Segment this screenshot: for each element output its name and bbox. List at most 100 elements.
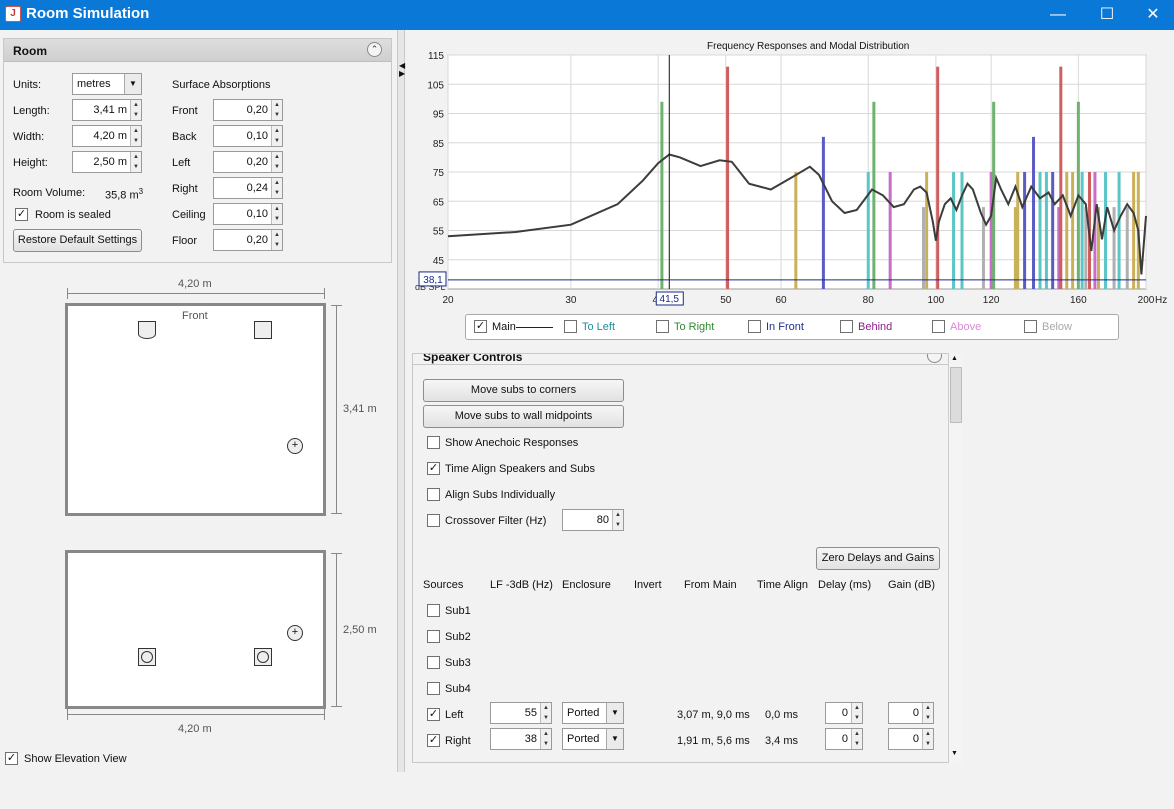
right-from-main: 1,91 m, 5,6 ms bbox=[677, 735, 750, 747]
scroll-up-icon[interactable]: ▲ bbox=[951, 355, 958, 362]
front-left-speaker-icon[interactable] bbox=[138, 321, 156, 339]
spinner-arrows-icon[interactable]: ▲ ▼ bbox=[271, 100, 282, 120]
time-align-checkbox[interactable]: ✓ bbox=[427, 462, 440, 475]
spinner-arrows-icon[interactable]: ▲ ▼ bbox=[612, 510, 623, 530]
listener-icon[interactable]: + bbox=[287, 438, 303, 454]
legend-main-checkbox[interactable]: ✓ bbox=[474, 320, 487, 333]
length-spinner[interactable]: 3,41 m ▲ ▼ bbox=[72, 99, 142, 121]
surface-ceiling-spinner[interactable]: 0,10 ▲ ▼ bbox=[213, 203, 283, 225]
split-pane-divider[interactable]: ◀ ▶ bbox=[397, 30, 405, 772]
plan-room-box[interactable]: Front + bbox=[65, 303, 326, 516]
sub4-checkbox[interactable] bbox=[427, 682, 440, 695]
volume-value: 35,8 m3 bbox=[105, 187, 143, 202]
scroll-thumb[interactable] bbox=[950, 367, 962, 423]
left-from-main: 3,07 m, 9,0 ms bbox=[677, 709, 750, 721]
show-elevation-checkbox[interactable]: ✓ bbox=[5, 752, 18, 765]
right-gain-spinner[interactable]: 0 ▲ ▼ bbox=[888, 728, 934, 750]
front-right-speaker-icon[interactable] bbox=[254, 321, 272, 339]
collapse-room-icon[interactable]: ⌃ bbox=[367, 42, 382, 57]
x-tick-label: 30 bbox=[565, 295, 577, 306]
mode-bar-8 bbox=[925, 172, 929, 289]
spinner-arrows-icon[interactable]: ▲ ▼ bbox=[271, 204, 282, 224]
speaker-controls-header: Speaker Controls bbox=[423, 353, 523, 364]
height-label: Height: bbox=[13, 157, 48, 169]
left-speaker-checkbox[interactable]: ✓ bbox=[427, 708, 440, 721]
frequency-response-chart[interactable]: Frequency Responses and Modal Distributi… bbox=[410, 36, 1174, 312]
legend-behind-checkbox[interactable] bbox=[840, 320, 853, 333]
cursor-x-label: 41,5 bbox=[660, 294, 680, 305]
sub2-checkbox[interactable] bbox=[427, 630, 440, 643]
surface-floor-label: Floor bbox=[172, 235, 198, 247]
legend-to-left-checkbox[interactable] bbox=[564, 320, 577, 333]
close-button[interactable]: ✕ bbox=[1130, 0, 1174, 30]
left-speaker-elevation-icon[interactable] bbox=[138, 648, 156, 666]
minimize-button[interactable]: — bbox=[1035, 0, 1081, 30]
surface-front-spinner[interactable]: 0,20 ▲ ▼ bbox=[213, 99, 283, 121]
left-lf-spinner[interactable]: 55 ▲ ▼ bbox=[490, 702, 552, 724]
elevation-room-box[interactable]: + bbox=[65, 550, 326, 709]
spinner-arrows-icon[interactable]: ▲ ▼ bbox=[130, 152, 141, 172]
surface-back-spinner[interactable]: 0,10 ▲ ▼ bbox=[213, 125, 283, 147]
left-delay-spinner[interactable]: 0 ▲ ▼ bbox=[825, 702, 863, 724]
room-sealed-checkbox[interactable]: ✓ bbox=[15, 208, 28, 221]
collapse-speaker-icon[interactable]: ⌃ bbox=[927, 354, 942, 363]
spinner-arrows-icon[interactable]: ▲ ▼ bbox=[271, 152, 282, 172]
surface-right-spinner[interactable]: 0,24 ▲ ▼ bbox=[213, 177, 283, 199]
height-spinner[interactable]: 2,50 m ▲ ▼ bbox=[72, 151, 142, 173]
spinner-arrows-icon[interactable]: ▲ ▼ bbox=[271, 230, 282, 250]
listener-head-icon[interactable]: + bbox=[287, 625, 303, 641]
mode-bar-6 bbox=[888, 172, 892, 289]
legend-to-right-checkbox[interactable] bbox=[656, 320, 669, 333]
dropdown-arrow-icon[interactable]: ▼ bbox=[606, 703, 623, 723]
move-subs-corners-button[interactable]: Move subs to corners bbox=[423, 379, 624, 402]
right-enclosure-combo[interactable]: Ported ▼ bbox=[562, 728, 624, 750]
surface-floor-spinner[interactable]: 0,20 ▲ ▼ bbox=[213, 229, 283, 251]
crossover-checkbox[interactable] bbox=[427, 514, 440, 527]
spinner-arrows-icon[interactable]: ▲ ▼ bbox=[851, 729, 862, 749]
units-combo[interactable]: metres ▼ bbox=[72, 73, 142, 95]
spinner-arrows-icon[interactable]: ▲ ▼ bbox=[851, 703, 862, 723]
legend-below-checkbox[interactable] bbox=[1024, 320, 1037, 333]
right-lf-spinner[interactable]: 38 ▲ ▼ bbox=[490, 728, 552, 750]
anechoic-checkbox[interactable] bbox=[427, 436, 440, 449]
restore-defaults-button[interactable]: Restore Default Settings bbox=[13, 229, 142, 252]
right-speaker-checkbox[interactable]: ✓ bbox=[427, 734, 440, 747]
spinner-arrows-icon[interactable]: ▲ ▼ bbox=[540, 703, 551, 723]
spinner-arrows-icon[interactable]: ▲ ▼ bbox=[922, 729, 933, 749]
move-subs-midpoints-button[interactable]: Move subs to wall midpoints bbox=[423, 405, 624, 428]
left-gain-spinner[interactable]: 0 ▲ ▼ bbox=[888, 702, 934, 724]
speaker-controls-scrollbar[interactable]: ▲ ▼ bbox=[948, 353, 963, 763]
spinner-arrows-icon[interactable]: ▲ ▼ bbox=[922, 703, 933, 723]
right-speaker-elevation-icon[interactable] bbox=[254, 648, 272, 666]
legend-above-checkbox[interactable] bbox=[932, 320, 945, 333]
surface-back-label: Back bbox=[172, 131, 197, 143]
spinner-arrows-icon[interactable]: ▲ ▼ bbox=[130, 126, 141, 146]
dropdown-arrow-icon[interactable]: ▼ bbox=[606, 729, 623, 749]
zero-delays-gains-button[interactable]: Zero Delays and Gains bbox=[816, 547, 940, 570]
sub1-checkbox[interactable] bbox=[427, 604, 440, 617]
crossover-spinner[interactable]: 80 ▲ ▼ bbox=[562, 509, 624, 531]
col-header: Invert bbox=[634, 579, 662, 591]
y-tick-label: 65 bbox=[433, 197, 445, 208]
spinner-arrows-icon[interactable]: ▲ ▼ bbox=[540, 729, 551, 749]
sub3-checkbox[interactable] bbox=[427, 656, 440, 669]
x-tick-label: 50 bbox=[720, 295, 732, 306]
right-delay-spinner[interactable]: 0 ▲ ▼ bbox=[825, 728, 863, 750]
speaker-controls-panel: Speaker Controls ⌃ Move subs to corners … bbox=[412, 353, 963, 763]
align-subs-checkbox[interactable] bbox=[427, 488, 440, 501]
spinner-arrows-icon[interactable]: ▲ ▼ bbox=[271, 178, 282, 198]
left-enclosure-combo[interactable]: Ported ▼ bbox=[562, 702, 624, 724]
surface-left-spinner[interactable]: 0,20 ▲ ▼ bbox=[213, 151, 283, 173]
width-spinner[interactable]: 4,20 m ▲ ▼ bbox=[72, 125, 142, 147]
mode-bar-35 bbox=[1125, 207, 1129, 289]
left-time-align: 0,0 ms bbox=[765, 709, 799, 721]
scroll-down-icon[interactable]: ▼ bbox=[951, 750, 958, 757]
legend-above-label: Above bbox=[950, 321, 982, 333]
dropdown-arrow-icon[interactable]: ▼ bbox=[124, 74, 141, 94]
legend-behind-label: Behind bbox=[858, 321, 893, 333]
spinner-arrows-icon[interactable]: ▲ ▼ bbox=[130, 100, 141, 120]
spinner-arrows-icon[interactable]: ▲ ▼ bbox=[271, 126, 282, 146]
divider-arrows-icon[interactable]: ◀ ▶ bbox=[399, 62, 405, 78]
maximize-button[interactable]: ☐ bbox=[1084, 0, 1130, 30]
legend-in-front-checkbox[interactable] bbox=[748, 320, 761, 333]
